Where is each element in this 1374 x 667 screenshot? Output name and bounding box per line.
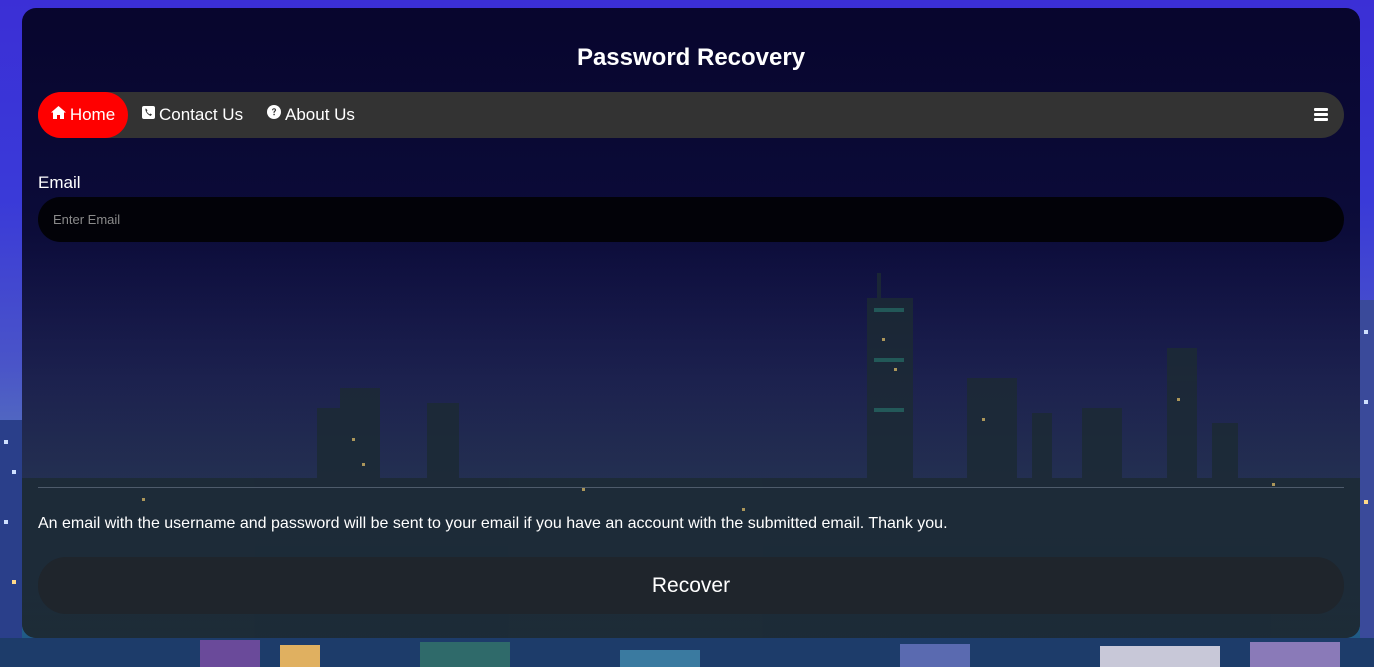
email-input[interactable] [38,197,1344,242]
navbar: Home Contact Us About Us [38,92,1344,138]
nav-item-contact[interactable]: Contact Us [142,92,243,138]
hamburger-menu-icon[interactable] [1314,107,1328,123]
recovery-panel: Password Recovery Home Contact Us About … [22,8,1360,638]
divider [38,487,1344,488]
nav-item-about[interactable]: About Us [267,92,355,138]
phone-icon [142,91,155,137]
recovery-notice: An email with the username and password … [38,515,948,532]
page-title: Password Recovery [576,44,806,71]
email-label: Email [38,173,81,192]
nav-item-label: Contact Us [159,105,244,124]
nav-item-home[interactable]: Home [38,92,128,138]
nav-item-label: About Us [285,105,355,124]
recover-button[interactable]: Recover [38,557,1344,614]
question-circle-icon [267,91,281,137]
home-icon [50,91,66,137]
nav-item-label: Home [69,105,116,124]
